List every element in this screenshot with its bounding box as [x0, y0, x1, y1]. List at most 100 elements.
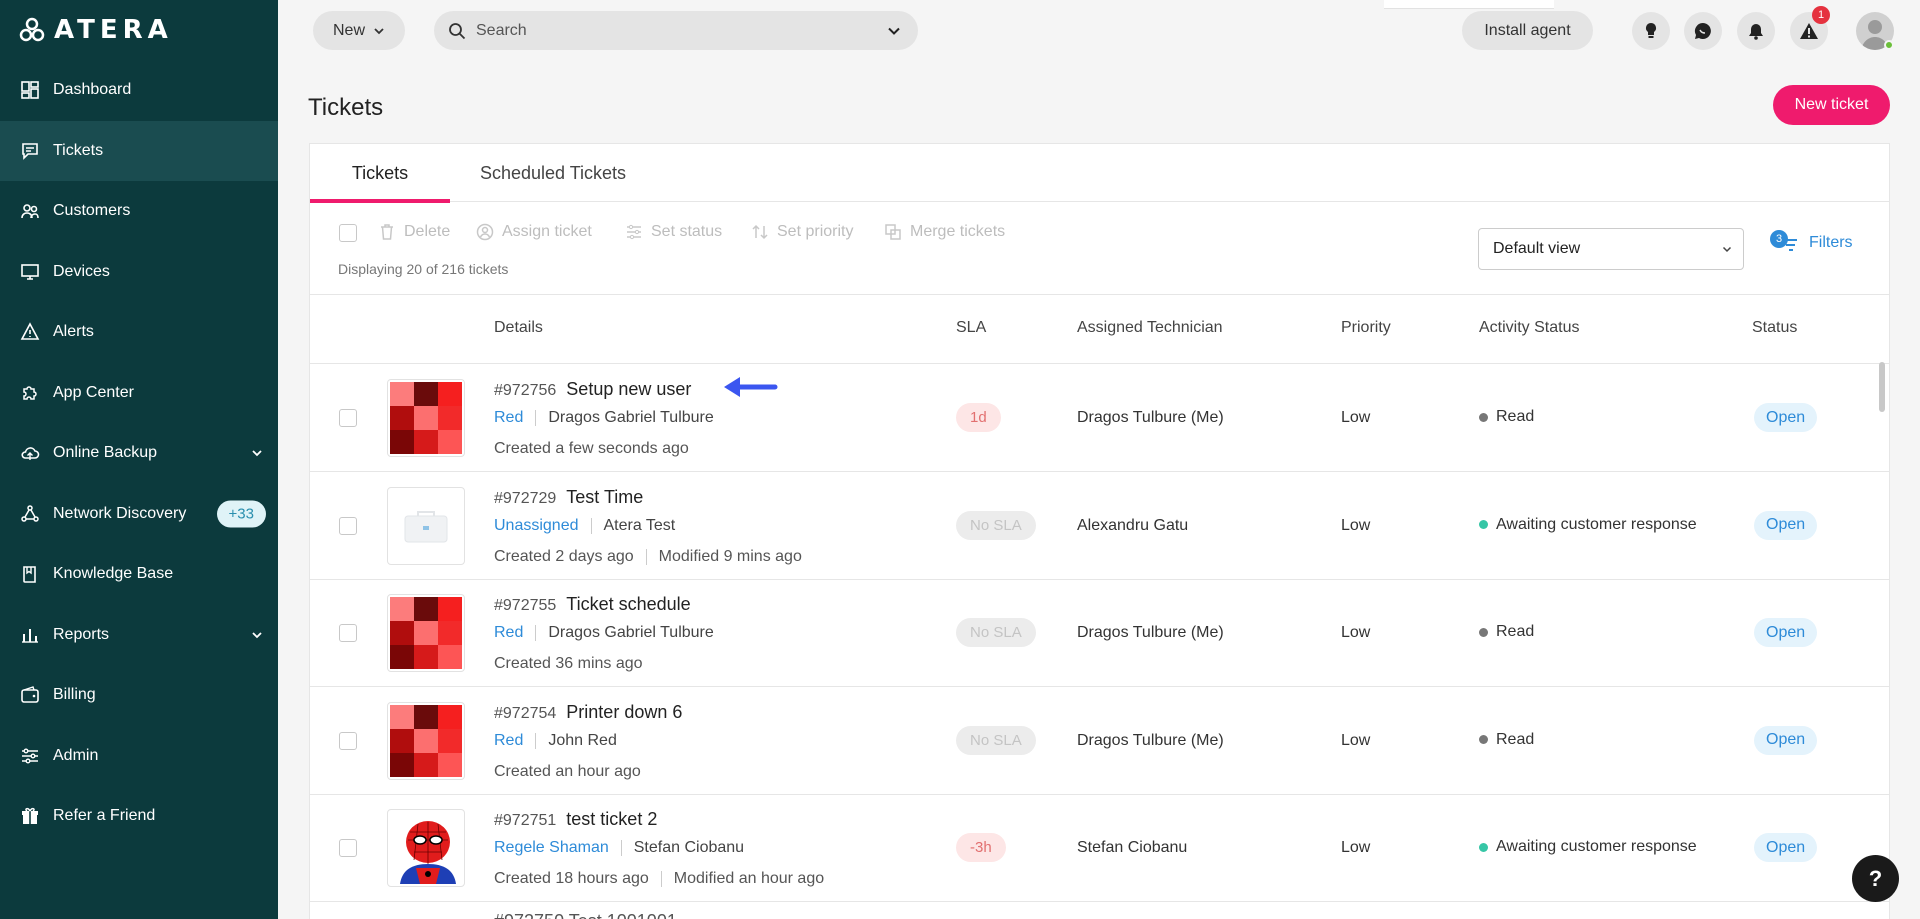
sidebar-item-knowledge-base[interactable]: Knowledge Base [0, 544, 278, 605]
table-header: Details SLA Assigned Technician Priority… [310, 295, 1889, 364]
assigned-technician[interactable]: Dragos Tulbure (Me) [1077, 624, 1224, 642]
ticket-id: #972754 [494, 704, 557, 722]
merge-tickets-button[interactable]: Merge tickets [884, 223, 1005, 241]
sla-badge: No SLA [956, 618, 1036, 647]
customer-link[interactable]: Red [494, 624, 523, 642]
divider [590, 517, 592, 534]
chat-icon[interactable] [1684, 12, 1722, 50]
lightbulb-icon[interactable] [1632, 12, 1670, 50]
new-ticket-button[interactable]: New ticket [1773, 85, 1890, 125]
priority-value[interactable]: Low [1341, 409, 1370, 427]
column-status[interactable]: Status [1752, 319, 1797, 337]
warning-alerts-icon[interactable]: 1 [1790, 6, 1830, 50]
sidebar-item-app-center[interactable]: App Center [0, 363, 278, 424]
assign-ticket-button[interactable]: Assign ticket [476, 223, 592, 241]
tab-scheduled-tickets[interactable]: Scheduled Tickets [458, 144, 648, 202]
sidebar-item-admin[interactable]: Admin [0, 726, 278, 787]
set-status-button[interactable]: Set status [625, 223, 722, 241]
search-input[interactable]: Search [434, 11, 918, 50]
sort-arrows-icon [752, 224, 768, 240]
help-button[interactable]: ? [1852, 855, 1899, 902]
ticket-title-link[interactable]: Printer down 6 [566, 702, 682, 723]
sidebar-item-reports[interactable]: Reports [0, 605, 278, 666]
status-badge[interactable]: Open [1754, 833, 1818, 862]
top-bar: New Search Install agent 1 [278, 0, 1920, 60]
priority-value[interactable]: Low [1341, 839, 1370, 857]
bell-icon[interactable] [1737, 12, 1775, 50]
row-checkbox[interactable] [339, 839, 357, 857]
sidebar-item-label: Refer a Friend [53, 807, 156, 825]
ticket-title-link[interactable]: test ticket 2 [566, 809, 657, 830]
tabs-bar: Tickets Scheduled Tickets [310, 144, 1889, 203]
divider [620, 840, 622, 856]
view-select[interactable]: Default view [1478, 228, 1744, 270]
row-checkbox[interactable] [339, 516, 357, 535]
status-badge[interactable]: Open [1754, 403, 1818, 432]
column-priority[interactable]: Priority [1341, 319, 1391, 337]
assigned-technician[interactable]: Dragos Tulbure (Me) [1077, 409, 1224, 427]
table-row[interactable]: #972754 Printer down 6 Red John Red Created … [310, 688, 1889, 795]
table-row-partial[interactable]: #972750 Test 1001001 [310, 901, 1889, 919]
status-badge[interactable]: Open [1754, 510, 1818, 540]
filters-button[interactable]: 3 Filters [1770, 230, 1853, 254]
sidebar-item-label: Dashboard [53, 81, 132, 99]
customer-link[interactable]: Red [494, 409, 523, 427]
sidebar-item-billing[interactable]: Billing [0, 665, 278, 726]
sliders-icon [627, 224, 641, 240]
sidebar: ATERA Dashboard Tickets Customers Devices Al… [0, 0, 278, 919]
row-checkbox[interactable] [339, 409, 357, 427]
ticket-title-link[interactable]: Test Time [566, 487, 643, 508]
priority-value[interactable]: Low [1341, 624, 1370, 642]
assigned-technician[interactable]: Alexandru Gatu [1077, 517, 1188, 535]
brand-name: ATERA [54, 15, 173, 45]
sidebar-item-online-backup[interactable]: Online Backup [0, 423, 278, 484]
atera-logo[interactable]: ATERA [0, 0, 278, 60]
column-sla[interactable]: SLA [956, 319, 986, 337]
customer-link[interactable]: Regele Shaman [494, 839, 609, 857]
table-scrollbar[interactable] [1879, 362, 1885, 412]
column-technician[interactable]: Assigned Technician [1077, 319, 1223, 337]
select-all-checkbox[interactable] [339, 224, 357, 242]
set-status-label: Set status [651, 223, 723, 240]
table-row[interactable]: #972751 test ticket 2 Regele Shaman Stefan … [310, 795, 1889, 902]
customer-link[interactable]: Unassigned [494, 517, 579, 535]
sidebar-item-dashboard[interactable]: Dashboard [0, 60, 278, 121]
install-agent-button[interactable]: Install agent [1462, 11, 1593, 50]
ticket-created: Created a few seconds ago [494, 440, 689, 457]
network-icon [20, 504, 40, 524]
customer-link[interactable]: Red [494, 732, 523, 750]
row-checkbox[interactable] [339, 731, 357, 750]
sidebar-item-devices[interactable]: Devices [0, 242, 278, 303]
delete-button[interactable]: Delete [378, 223, 450, 241]
priority-value[interactable]: Low [1341, 732, 1370, 750]
table-row[interactable]: #972756 Setup new user Red Dragos Gabriel T… [310, 365, 1889, 472]
column-activity-status[interactable]: Activity Status [1479, 319, 1579, 337]
gift-icon [20, 806, 40, 826]
pointer-arrow-icon [724, 377, 778, 397]
chevron-down-icon [374, 27, 384, 34]
table-row[interactable]: #972755 Ticket schedule Red Dragos Gabriel … [310, 580, 1889, 687]
customer-logo [387, 594, 465, 672]
sidebar-item-refer-a-friend[interactable]: Refer a Friend [0, 786, 278, 847]
tab-tickets[interactable]: Tickets [310, 144, 450, 203]
ticket-title-link[interactable]: Ticket schedule [566, 594, 690, 615]
table-row[interactable]: #972729 Test Time Unassigned Atera Test Crea… [310, 473, 1889, 580]
priority-value[interactable]: Low [1341, 517, 1370, 535]
sidebar-item-customers[interactable]: Customers [0, 181, 278, 242]
sidebar-item-tickets[interactable]: Tickets [0, 120, 278, 181]
set-priority-button[interactable]: Set priority [751, 223, 853, 241]
ticket-title-link[interactable]: Setup new user [566, 379, 691, 400]
sidebar-item-alerts[interactable]: Alerts [0, 302, 278, 363]
row-checkbox[interactable] [339, 624, 357, 642]
column-details[interactable]: Details [494, 319, 543, 337]
merge-icon [885, 224, 901, 240]
status-badge[interactable]: Open [1754, 618, 1818, 647]
sidebar-item-network-discovery[interactable]: Network Discovery +33 [0, 484, 278, 545]
status-badge[interactable]: Open [1754, 725, 1818, 755]
new-dropdown-button[interactable]: New [313, 11, 405, 50]
assigned-technician[interactable]: Stefan Ciobanu [1077, 839, 1187, 857]
activity-status: Read [1479, 623, 1534, 641]
search-chevron-down-icon[interactable] [886, 23, 902, 39]
contact-name: Dragos Gabriel Tulbure [548, 624, 714, 641]
assigned-technician[interactable]: Dragos Tulbure (Me) [1077, 732, 1224, 750]
